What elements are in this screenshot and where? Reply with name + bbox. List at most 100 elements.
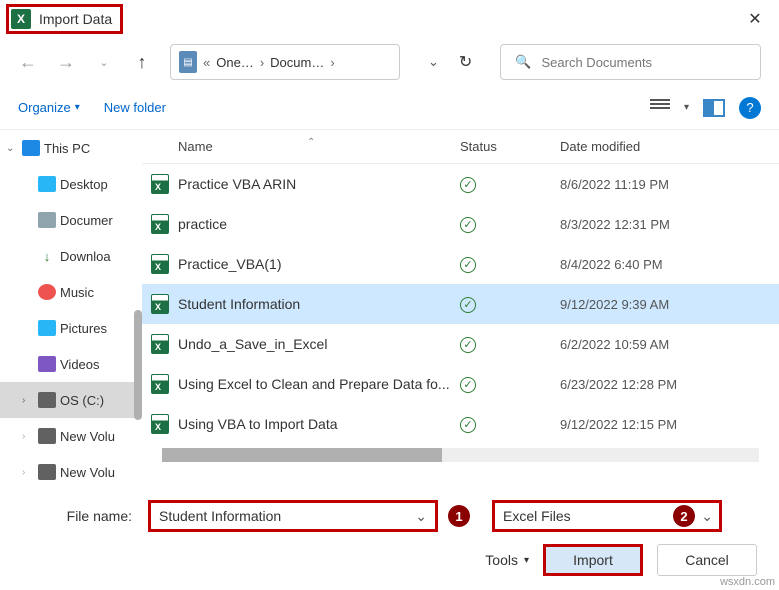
sync-status-icon: ✓ — [460, 215, 560, 233]
tree-label: Downloa — [60, 249, 111, 264]
sidebar-item-documer[interactable]: ›Documer — [0, 202, 142, 238]
forward-button[interactable]: → — [56, 52, 76, 73]
cancel-button[interactable]: Cancel — [657, 544, 757, 576]
chevron-icon[interactable]: › — [22, 467, 34, 478]
search-input[interactable]: 🔍 Search Documents — [500, 44, 761, 80]
file-name: Practice_VBA(1) — [178, 256, 460, 272]
import-button[interactable]: Import — [543, 544, 643, 576]
excel-file-icon — [142, 294, 178, 314]
horizontal-scrollbar[interactable] — [162, 448, 759, 462]
sidebar-item-music[interactable]: ›Music — [0, 274, 142, 310]
file-row[interactable]: Using Excel to Clean and Prepare Data fo… — [142, 364, 779, 404]
watermark: wsxdn.com — [720, 576, 775, 588]
sidebar-item-downloa[interactable]: ›↓Downloa — [0, 238, 142, 274]
tree-label: Pictures — [60, 321, 107, 336]
sidebar-item-osc[interactable]: › OS (C:) — [0, 382, 142, 418]
recent-dropdown[interactable]: ⌄ — [94, 56, 114, 69]
sidebar-item-thispc[interactable]: ⌄ This PC — [0, 130, 142, 166]
column-status[interactable]: Status — [460, 139, 560, 154]
chevron-icon[interactable]: › — [22, 431, 34, 442]
music-icon — [38, 284, 56, 300]
filename-label: File name: — [20, 508, 140, 524]
search-icon: 🔍 — [515, 54, 531, 70]
file-name: Using VBA to Import Data — [178, 416, 460, 432]
file-row[interactable]: Practice VBA ARIN ✓ 8/6/2022 11:19 PM — [142, 164, 779, 204]
tools-menu[interactable]: Tools▾ — [485, 552, 529, 568]
file-date: 6/2/2022 10:59 AM — [560, 337, 779, 352]
tree-label: New Volu — [60, 465, 115, 480]
column-name[interactable]: Name⌃ — [142, 139, 460, 154]
preview-pane-button[interactable] — [703, 99, 725, 117]
sidebar-item-newvolu[interactable]: › New Volu — [0, 454, 142, 490]
tree-label: Videos — [60, 357, 100, 372]
toolbar: Organize▾ New folder ▾ ? — [0, 86, 779, 130]
sidebar-item-pictures[interactable]: ›Pictures — [0, 310, 142, 346]
file-name: Undo_a_Save_in_Excel — [178, 336, 460, 352]
drive-icon — [38, 392, 56, 408]
pc-icon — [22, 140, 40, 156]
dl-icon: ↓ — [38, 248, 56, 264]
excel-file-icon — [142, 334, 178, 354]
help-button[interactable]: ? — [739, 97, 761, 119]
footer: File name: Student Information ⌄ 1 Excel… — [0, 490, 779, 576]
up-button[interactable]: ↑ — [132, 52, 152, 73]
address-bar[interactable]: ▤ « One… › Docum… › — [170, 44, 400, 80]
breadcrumb-prefix: « — [203, 55, 210, 70]
chevron-down-icon: ▾ — [75, 102, 80, 113]
back-button[interactable]: ← — [18, 52, 38, 73]
tree-label: OS (C:) — [60, 393, 104, 408]
file-row[interactable]: practice ✓ 8/3/2022 12:31 PM — [142, 204, 779, 244]
excel-file-icon — [142, 174, 178, 194]
file-date: 8/3/2022 12:31 PM — [560, 217, 779, 232]
chevron-icon[interactable]: ⌄ — [6, 143, 18, 154]
window-title: Import Data — [39, 11, 112, 27]
chevron-right-icon: › — [260, 55, 264, 70]
file-type-filter[interactable]: Excel Files 2 ⌄ — [492, 500, 722, 532]
view-mode-button[interactable] — [650, 99, 670, 117]
sidebar-scrollbar[interactable] — [134, 310, 142, 420]
file-name: Student Information — [178, 296, 460, 312]
file-row[interactable]: Using VBA to Import Data ✓ 9/12/2022 12:… — [142, 404, 779, 444]
filename-input[interactable]: Student Information ⌄ — [148, 500, 438, 532]
desktop-icon — [38, 176, 56, 192]
chevron-icon[interactable]: › — [22, 395, 34, 406]
file-date: 6/23/2022 12:28 PM — [560, 377, 779, 392]
annotation-badge-2: 2 — [673, 505, 695, 527]
tree-label: This PC — [44, 141, 90, 156]
nav-bar: ← → ⌄ ↑ ▤ « One… › Docum… › ⌄ ↻ 🔍 Search… — [0, 38, 779, 86]
excel-icon: X — [11, 9, 31, 29]
sidebar-item-newvolu[interactable]: ›New Volu — [0, 418, 142, 454]
file-row[interactable]: Student Information ✓ 9/12/2022 9:39 AM — [142, 284, 779, 324]
sync-status-icon: ✓ — [460, 255, 560, 273]
chevron-down-icon: ▾ — [524, 555, 529, 566]
address-dropdown[interactable]: ⌄ — [428, 54, 439, 70]
sidebar: ⌄This PC›Desktop›Documer›↓Downloa›Music›… — [0, 130, 142, 490]
close-button[interactable]: ✕ — [735, 4, 775, 34]
organize-menu[interactable]: Organize▾ — [18, 100, 80, 115]
title-bar: X Import Data ✕ — [0, 0, 779, 38]
column-date[interactable]: Date modified — [560, 139, 779, 154]
breadcrumb-seg2[interactable]: Docum… — [270, 55, 324, 70]
sync-status-icon: ✓ — [460, 375, 560, 393]
excel-file-icon — [142, 254, 178, 274]
file-date: 8/6/2022 11:19 PM — [560, 177, 779, 192]
refresh-button[interactable]: ↻ — [459, 52, 472, 72]
sync-status-icon: ✓ — [460, 175, 560, 193]
chevron-down-icon[interactable]: ⌄ — [415, 508, 427, 525]
sidebar-item-desktop[interactable]: ›Desktop — [0, 166, 142, 202]
file-list: Name⌃ Status Date modified Practice VBA … — [142, 130, 779, 490]
sort-indicator-icon: ⌃ — [307, 137, 315, 148]
file-row[interactable]: Practice_VBA(1) ✓ 8/4/2022 6:40 PM — [142, 244, 779, 284]
file-name: practice — [178, 216, 460, 232]
chevron-down-icon[interactable]: ⌄ — [701, 508, 713, 525]
sidebar-item-videos[interactable]: ›Videos — [0, 346, 142, 382]
file-date: 9/12/2022 12:15 PM — [560, 417, 779, 432]
annotation-badge-1: 1 — [448, 505, 470, 527]
file-row[interactable]: Undo_a_Save_in_Excel ✓ 6/2/2022 10:59 AM — [142, 324, 779, 364]
new-folder-button[interactable]: New folder — [104, 100, 166, 115]
sync-status-icon: ✓ — [460, 335, 560, 353]
chevron-down-icon[interactable]: ▾ — [684, 102, 689, 113]
breadcrumb-seg1[interactable]: One… — [216, 55, 254, 70]
drive-icon — [38, 428, 56, 444]
file-date: 9/12/2022 9:39 AM — [560, 297, 779, 312]
